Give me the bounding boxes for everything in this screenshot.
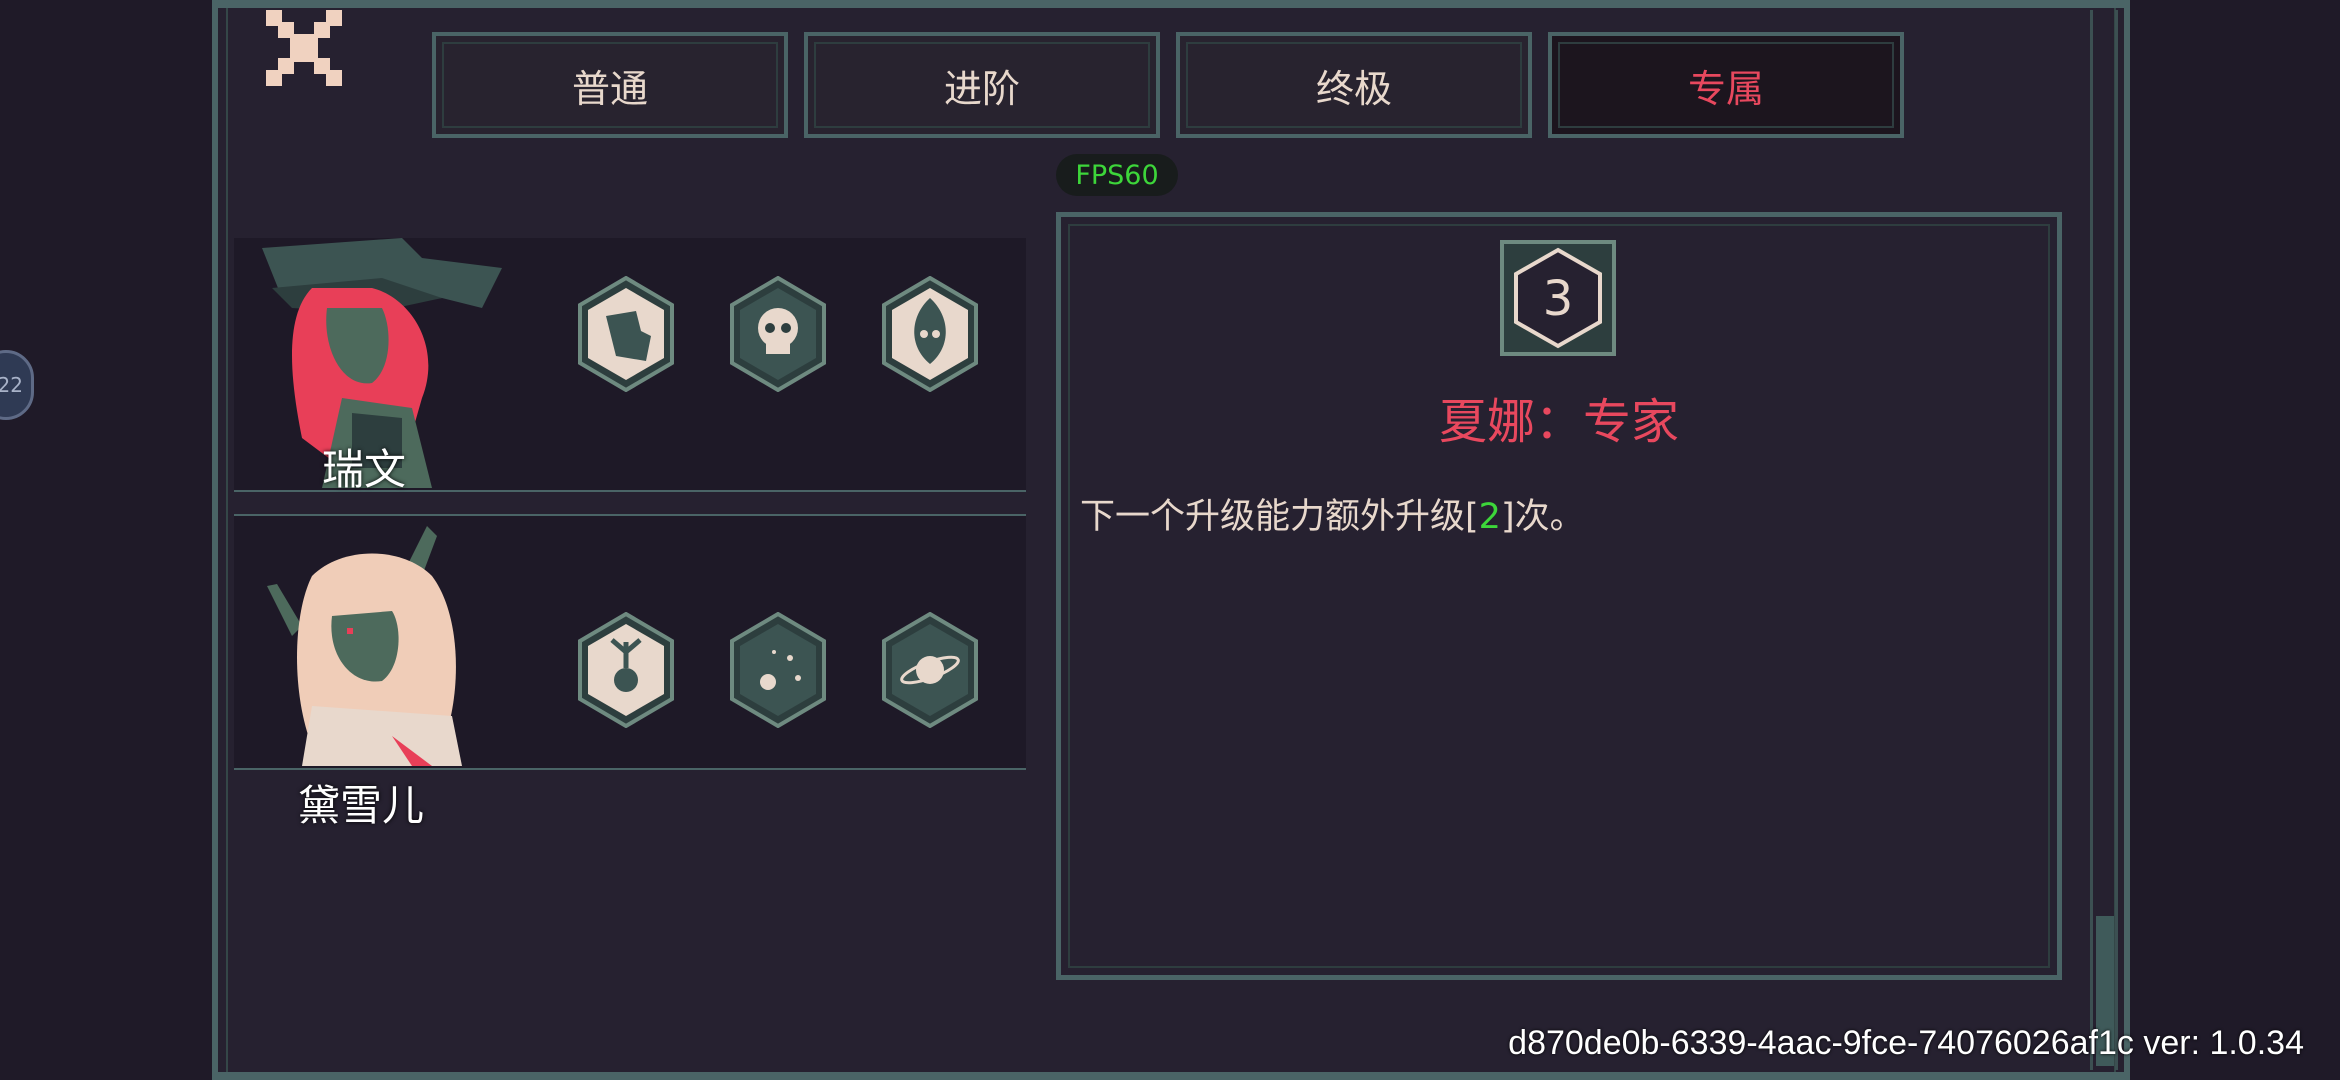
floating-button-label: 22 [0,373,23,397]
skull-icon[interactable] [728,275,828,393]
tab-label: 进阶 [943,66,1020,111]
antler-sprout-icon[interactable] [576,611,676,729]
tab-label: 专属 [1687,66,1764,111]
close-button[interactable] [266,10,342,86]
tab-label: 终极 [1315,66,1392,111]
badge-number: 3 [1543,271,1574,327]
tab-label: 普通 [571,66,648,111]
tab-normal[interactable]: 普通 [432,32,788,138]
character-row-daisy[interactable]: 黛雪儿 [234,514,1026,830]
number-badge: 3 [1500,240,1616,356]
character-name: 黛雪儿 [298,781,425,830]
fps-counter: FPS60 [1056,154,1178,196]
version-label: d870de0b-6339-4aac-9fce-74076026af1c ver… [1508,1024,2304,1062]
frame-bottom-border [212,1072,2130,1080]
description-text: 下一个升级能力额外升级[ [1080,497,1479,537]
flame-skull-icon[interactable] [880,275,980,393]
silhouette-icon[interactable] [576,275,676,393]
description-text-end: ]次。 [1500,497,1585,537]
detail-description: 下一个升级能力额外升级[2]次。 [1080,488,1585,539]
tab-exclusive[interactable]: 专属 [1548,32,1904,138]
tab-advanced[interactable]: 进阶 [804,32,1160,138]
scrollbar-track[interactable] [2090,10,2118,1070]
character-name: 瑞文 [322,445,407,494]
description-value: 2 [1478,497,1501,537]
floating-assistant-button[interactable]: 22 [0,350,34,420]
character-row-raven[interactable]: 瑞文 [234,238,1026,494]
tab-ultimate[interactable]: 终极 [1176,32,1532,138]
close-icon [266,10,342,86]
detail-title: 夏娜：专家 [1438,394,1679,450]
deer-girl-portrait [267,526,462,766]
frame-top-border [212,0,2130,8]
planet-icon[interactable] [880,611,980,729]
meteor-icon[interactable] [728,611,828,729]
